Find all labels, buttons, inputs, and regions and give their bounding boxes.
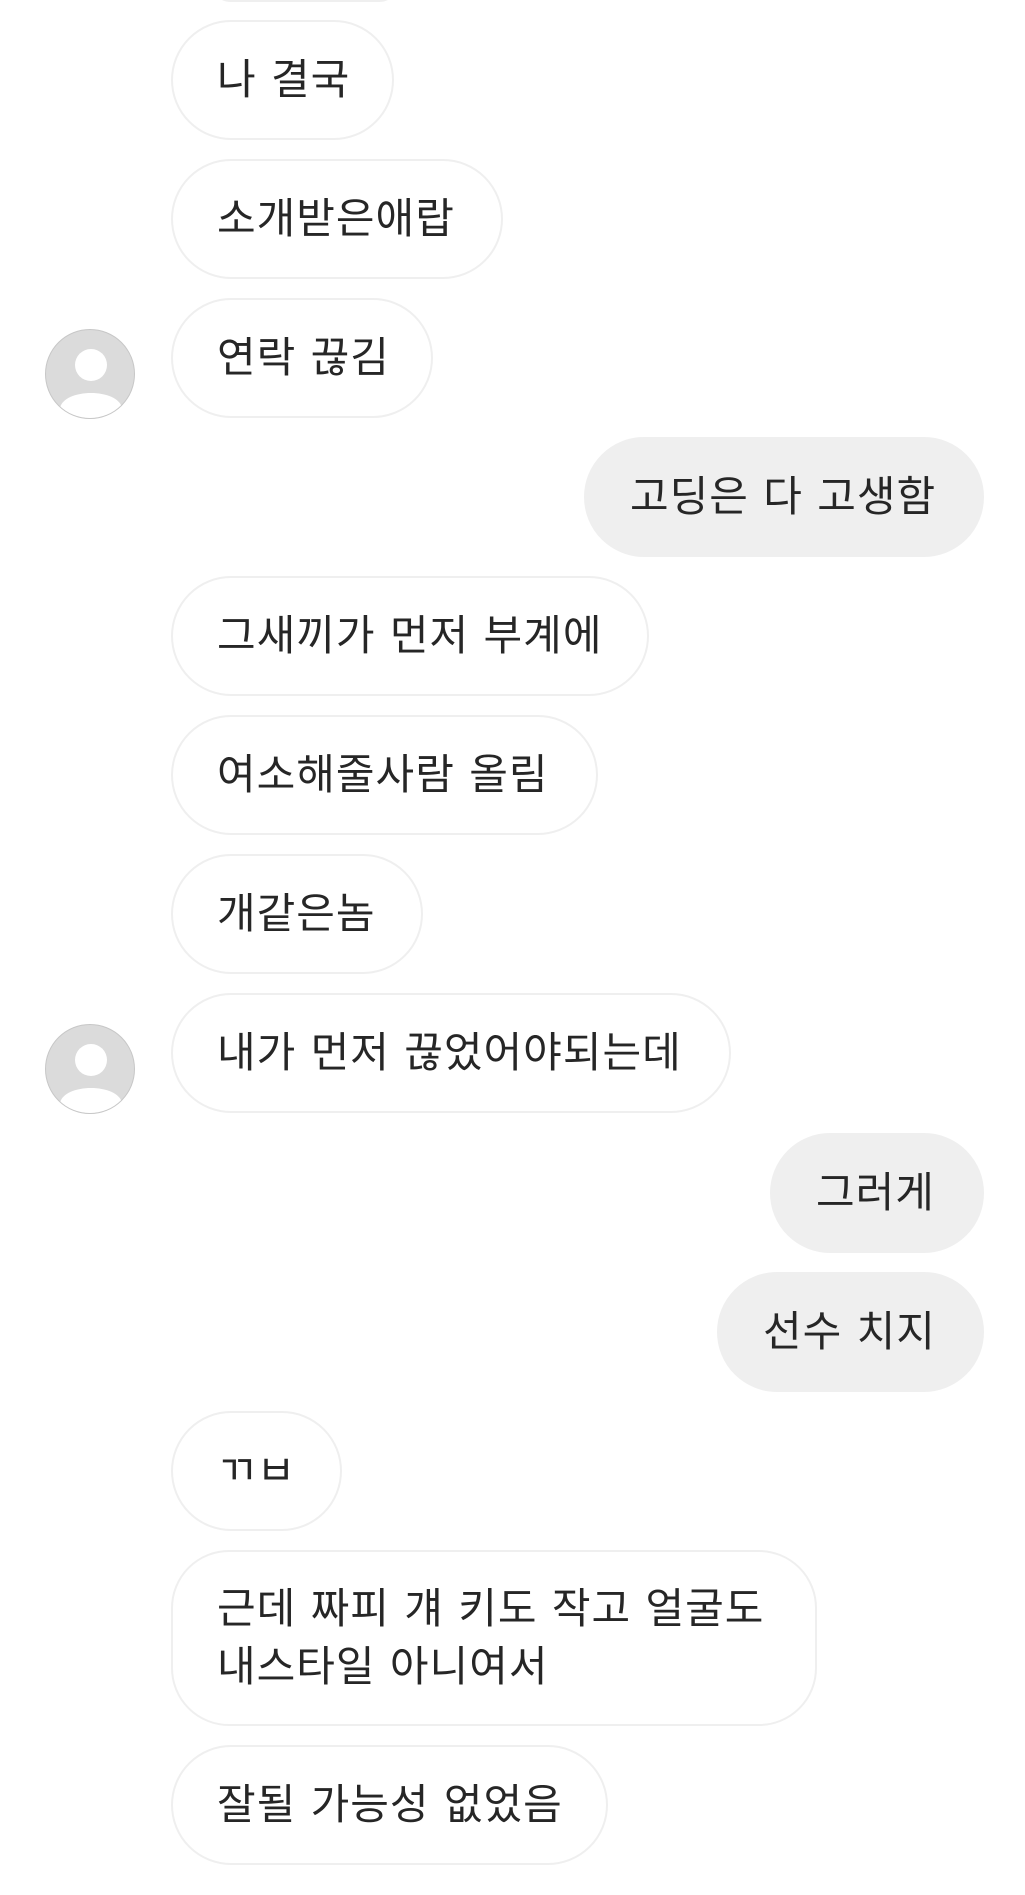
message-bubble-incoming[interactable]: 여소해줄사람 올림 xyxy=(171,715,598,835)
message-text: 고딩은 다 고생함 xyxy=(630,472,937,521)
message-text: 여소해줄사람 올림 xyxy=(217,750,549,799)
message-text: 선수 치지 xyxy=(763,1307,936,1356)
message-bubble-partial[interactable] xyxy=(210,0,400,2)
message-bubble-outgoing[interactable]: 선수 치지 xyxy=(717,1272,984,1392)
message-text: 그러게 xyxy=(816,1168,935,1217)
message-text: ㄲㅂ xyxy=(217,1446,297,1495)
message-bubble-incoming[interactable]: 소개받은애랍 xyxy=(171,159,503,279)
message-bubble-incoming[interactable]: 개같은놈 xyxy=(171,854,423,974)
message-text: 연락 끊김 xyxy=(217,333,390,382)
message-text: 나 결국 xyxy=(217,55,351,104)
default-profile-icon[interactable] xyxy=(45,329,135,419)
default-profile-icon[interactable] xyxy=(45,1024,135,1114)
message-text-line: 내스타일 아니여서 xyxy=(217,1642,549,1691)
message-bubble-incoming[interactable]: 그새끼가 먼저 부계에 xyxy=(171,576,649,696)
message-bubble-incoming[interactable]: 근데 짜피 걔 키도 작고 얼굴도 내스타일 아니여서 xyxy=(171,1550,817,1726)
message-bubble-incoming[interactable]: ㄲㅂ xyxy=(171,1411,342,1531)
message-bubble-incoming[interactable]: 잘될 가능성 없었음 xyxy=(171,1745,608,1865)
message-text-line: 근데 짜피 걔 키도 작고 얼굴도 xyxy=(217,1584,765,1633)
avatar-silhouette xyxy=(60,349,122,418)
message-text: 소개받은애랍 xyxy=(217,194,455,243)
message-thread[interactable]: 나 결국 소개받은애랍 연락 끊김 고딩은 다 고생함 그새끼가 먼저 부계에 … xyxy=(0,0,1025,1895)
message-bubble-outgoing[interactable]: 그러게 xyxy=(770,1133,984,1253)
message-text: 잘될 가능성 없었음 xyxy=(217,1780,563,1829)
message-bubble-incoming[interactable]: 연락 끊김 xyxy=(171,298,433,418)
message-text: 개같은놈 xyxy=(217,889,376,938)
message-bubble-outgoing[interactable]: 고딩은 다 고생함 xyxy=(584,437,984,557)
message-text: 그새끼가 먼저 부계에 xyxy=(217,611,603,660)
avatar-silhouette xyxy=(60,1044,122,1113)
message-bubble-incoming[interactable]: 나 결국 xyxy=(171,20,394,140)
message-bubble-incoming[interactable]: 내가 먼저 끊었어야되는데 xyxy=(171,993,731,1113)
message-text: 내가 먼저 끊었어야되는데 xyxy=(217,1028,682,1077)
